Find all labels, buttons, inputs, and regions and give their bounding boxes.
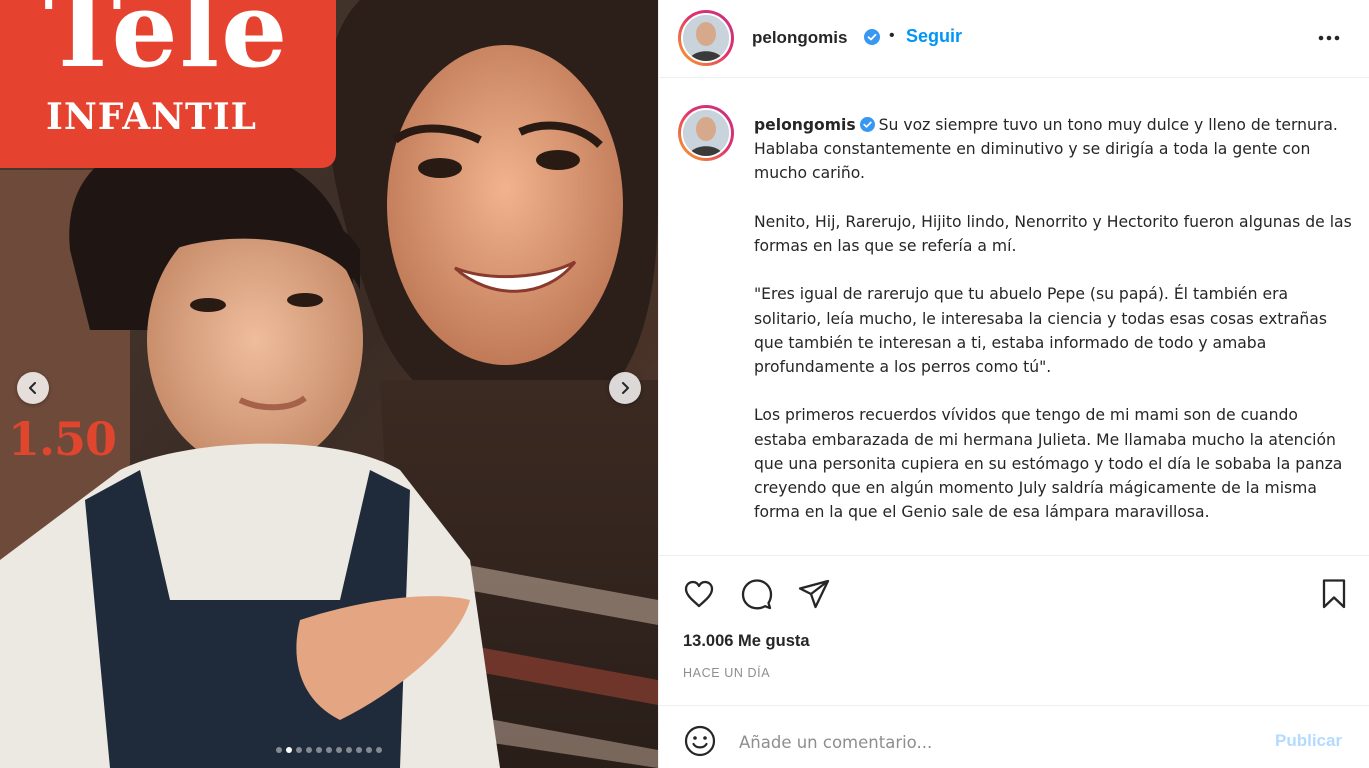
next-slide-button[interactable] bbox=[609, 372, 641, 404]
author-username[interactable]: pelongomis bbox=[752, 28, 847, 48]
carousel-dot bbox=[366, 747, 372, 753]
carousel-indicator bbox=[0, 747, 658, 753]
magazine-title: Tele bbox=[44, 0, 290, 91]
carousel-dot bbox=[276, 747, 282, 753]
carousel-dot bbox=[326, 747, 332, 753]
post-media[interactable]: Tele INFANTIL 1.50 bbox=[0, 0, 658, 768]
comment-composer: Publicar bbox=[659, 705, 1369, 768]
caption-paragraph: "Eres igual de rarerujo que tu abuelo Pe… bbox=[754, 285, 1327, 376]
previous-slide-button[interactable] bbox=[17, 372, 49, 404]
comment-input[interactable] bbox=[739, 728, 1239, 756]
caption-paragraph: Nenito, Hij, Rarerujo, Hijito lindo, Nen… bbox=[754, 212, 1352, 255]
like-heart-icon[interactable] bbox=[682, 577, 716, 611]
carousel-dot bbox=[296, 747, 302, 753]
post-details-panel: pelongomis • Seguir pelongomis Su voz sie… bbox=[658, 0, 1369, 768]
chevron-left-icon bbox=[29, 382, 36, 394]
carousel-dot bbox=[356, 747, 362, 753]
save-bookmark-icon[interactable] bbox=[1317, 577, 1351, 611]
header-separator: • bbox=[889, 27, 895, 44]
verified-badge-icon bbox=[859, 117, 875, 132]
caption-paragraph: pelongomis Su voz siempre tuvo un tono mu… bbox=[754, 113, 1354, 186]
caption-avatar[interactable] bbox=[678, 105, 734, 161]
carousel-dot bbox=[306, 747, 312, 753]
carousel-dot bbox=[376, 747, 382, 753]
caption-username[interactable]: pelongomis bbox=[754, 116, 856, 134]
magazine-price: 1.50 bbox=[8, 412, 117, 466]
profile-avatar[interactable] bbox=[678, 10, 734, 66]
like-count[interactable]: 13.006 Me gusta bbox=[683, 632, 810, 651]
avatar-image bbox=[683, 110, 729, 156]
caption-text: pelongomis Su voz siempre tuvo un tono mu… bbox=[754, 113, 1354, 549]
carousel-dot bbox=[336, 747, 342, 753]
post-caption: pelongomis Su voz siempre tuvo un tono mu… bbox=[659, 79, 1369, 556]
post-timestamp[interactable]: HACE UN DÍA bbox=[683, 666, 770, 680]
carousel-dot bbox=[316, 747, 322, 753]
carousel-dot bbox=[286, 747, 292, 753]
chevron-right-icon bbox=[622, 382, 629, 394]
caption-paragraph: Los primeros recuerdos vívidos que tengo… bbox=[754, 406, 1343, 522]
more-options-icon[interactable] bbox=[1314, 26, 1344, 50]
follow-button[interactable]: Seguir bbox=[906, 26, 962, 47]
avatar-image bbox=[683, 15, 729, 61]
carousel-dot bbox=[346, 747, 352, 753]
post-header: pelongomis • Seguir bbox=[659, 0, 1369, 78]
magazine-logo: Tele INFANTIL bbox=[0, 0, 336, 168]
post-actions bbox=[659, 557, 1369, 627]
magazine-subtitle: INFANTIL bbox=[46, 96, 257, 138]
verified-badge-icon bbox=[864, 29, 880, 45]
comment-bubble-icon[interactable] bbox=[740, 577, 774, 611]
publish-comment-button[interactable]: Publicar bbox=[1275, 731, 1342, 751]
emoji-smiley-icon[interactable] bbox=[683, 724, 717, 758]
share-send-icon[interactable] bbox=[797, 577, 831, 611]
